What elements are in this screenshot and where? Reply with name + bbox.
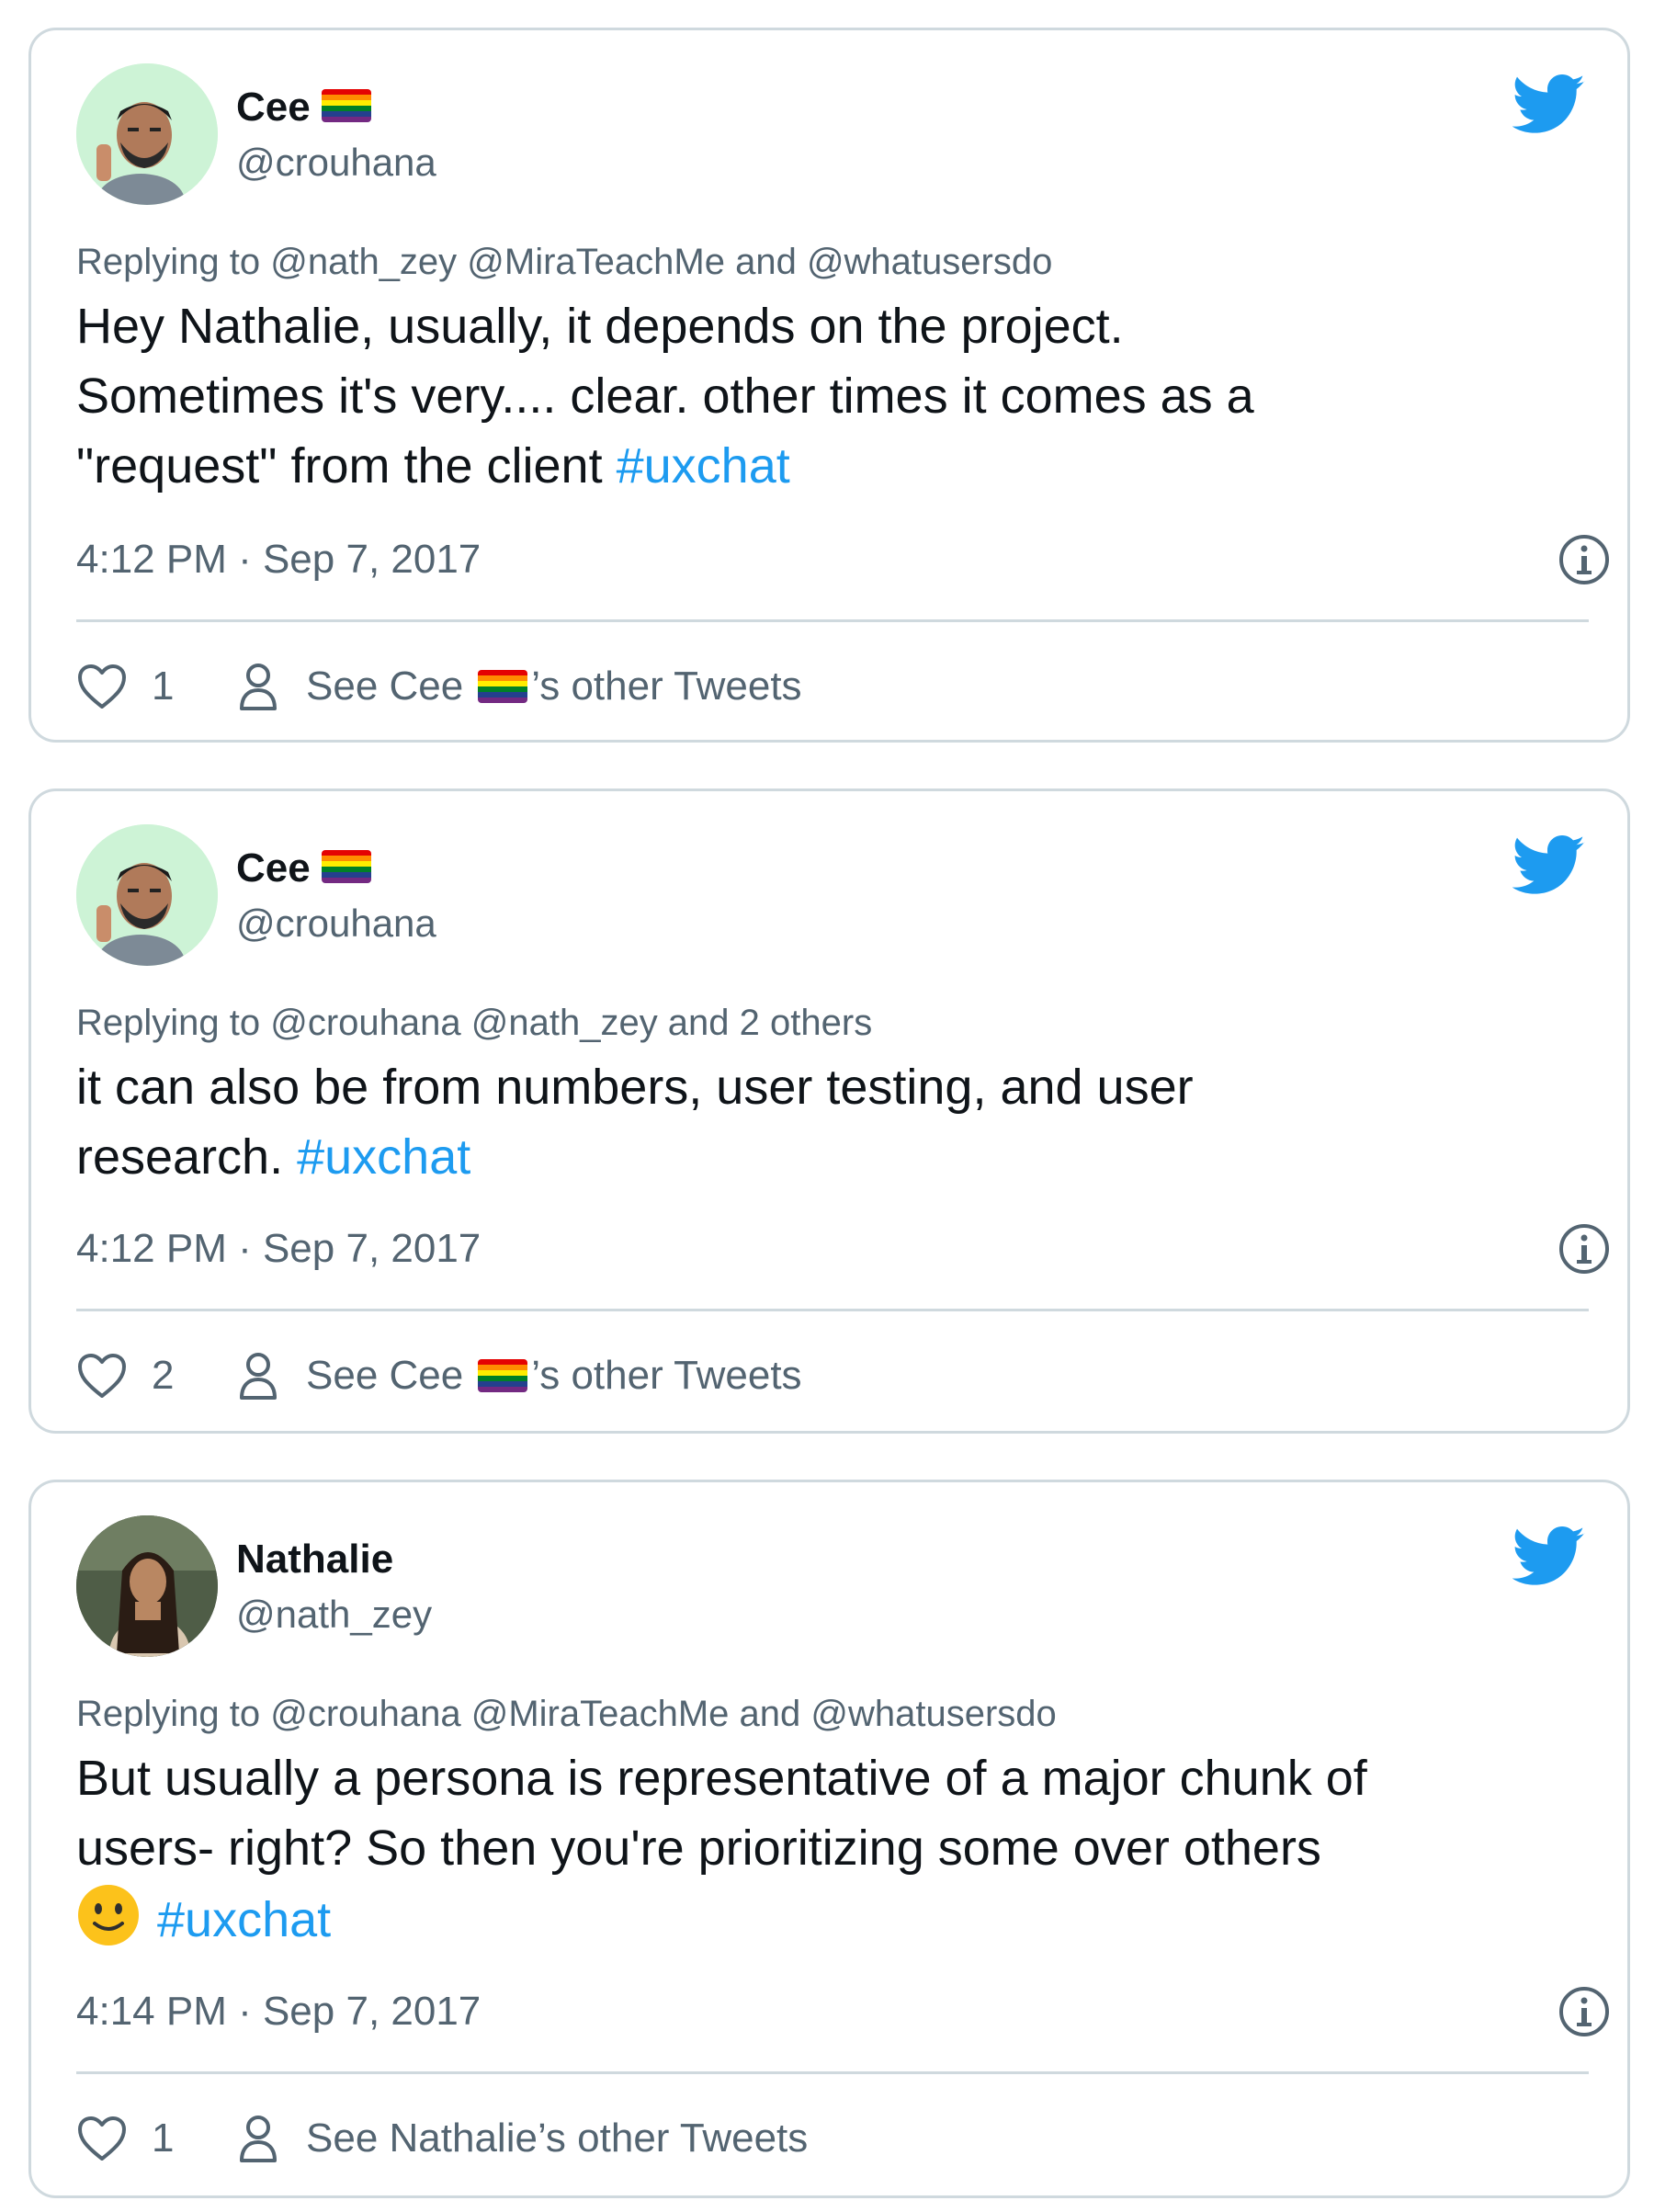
rainbow-flag-icon	[321, 89, 371, 123]
tweet-actions: 1 See Nathalie’s other Tweets	[76, 2111, 808, 2166]
heart-icon[interactable]	[76, 1352, 128, 1400]
smiling-face-emoji	[78, 1885, 139, 1945]
timestamp[interactable]: 4:12 PM · Sep 7, 2017	[76, 1223, 481, 1275]
info-icon[interactable]	[1557, 532, 1612, 587]
other-tweets-suffix[interactable]: ’s other Tweets	[531, 664, 801, 709]
other-tweets-prefix[interactable]: See Nathalie’s other Tweets	[306, 2116, 808, 2161]
rainbow-flag-icon	[478, 670, 528, 703]
like-count[interactable]: 2	[152, 1353, 236, 1399]
replying-to[interactable]: Replying to @crouhana @MiraTeachMe and @…	[76, 1690, 1057, 1738]
tweet-text: Hey Nathalie, usually, it depends on the…	[76, 291, 1583, 501]
divider	[76, 2071, 1589, 2074]
person-icon	[240, 1353, 277, 1400]
author-name[interactable]: Cee	[236, 85, 311, 130]
other-tweets-prefix[interactable]: See Cee	[306, 1353, 463, 1399]
avatar[interactable]	[76, 63, 218, 205]
twitter-bird-icon[interactable]	[1512, 1526, 1586, 1588]
other-tweets-prefix[interactable]: See Cee	[306, 664, 463, 709]
tweet-card[interactable]: Nathalie @nath_zey Replying to @crouhana…	[28, 1480, 1630, 2198]
see-other-tweets-link[interactable]: See Nathalie’s other Tweets	[306, 2116, 808, 2161]
avatar[interactable]	[76, 824, 218, 966]
author-handle[interactable]: @crouhana	[236, 898, 436, 949]
replying-to[interactable]: Replying to @nath_zey @MiraTeachMe and @…	[76, 238, 1052, 286]
like-count[interactable]: 1	[152, 2116, 236, 2161]
tweet-actions: 2 See Cee ’s other Tweets	[76, 1348, 802, 1403]
twitter-bird-icon[interactable]	[1512, 834, 1586, 897]
rainbow-flag-icon	[478, 1359, 528, 1392]
other-tweets-suffix[interactable]: ’s other Tweets	[531, 1353, 801, 1399]
tweet-text: But usually a persona is representative …	[76, 1743, 1583, 1955]
author-name[interactable]: Nathalie	[236, 1537, 393, 1582]
tweet-card[interactable]: Cee @crouhana Replying to @crouhana @nat…	[28, 788, 1630, 1434]
display-name[interactable]: Cee	[236, 843, 371, 894]
author-name[interactable]: Cee	[236, 845, 311, 890]
twitter-bird-icon[interactable]	[1512, 74, 1586, 136]
see-other-tweets-link[interactable]: See Cee ’s other Tweets	[306, 1353, 802, 1399]
display-name[interactable]: Nathalie	[236, 1534, 393, 1585]
timestamp[interactable]: 4:12 PM · Sep 7, 2017	[76, 534, 481, 585]
rainbow-flag-icon	[321, 850, 371, 884]
replying-to[interactable]: Replying to @crouhana @nath_zey and 2 ot…	[76, 999, 872, 1047]
author-handle[interactable]: @crouhana	[236, 137, 436, 188]
hashtag-link[interactable]: #uxchat	[157, 1892, 331, 1947]
display-name[interactable]: Cee	[236, 82, 371, 133]
tweet-text: it can also be from numbers, user testin…	[76, 1052, 1583, 1192]
heart-icon[interactable]	[76, 2115, 128, 2162]
timestamp[interactable]: 4:14 PM · Sep 7, 2017	[76, 1986, 481, 2037]
hashtag-link[interactable]: #uxchat	[297, 1129, 470, 1185]
see-other-tweets-link[interactable]: See Cee ’s other Tweets	[306, 664, 802, 709]
person-icon	[240, 664, 277, 710]
author-handle[interactable]: @nath_zey	[236, 1589, 432, 1640]
tweet-body: But usually a persona is representative …	[76, 1751, 1367, 1876]
like-count[interactable]: 1	[152, 664, 236, 709]
divider	[76, 1309, 1589, 1311]
avatar[interactable]	[76, 1515, 218, 1657]
hashtag-link[interactable]: #uxchat	[617, 438, 790, 493]
person-icon	[240, 2116, 277, 2162]
tweet-card[interactable]: Cee @crouhana Replying to @nath_zey @Mir…	[28, 28, 1630, 743]
info-icon[interactable]	[1557, 1221, 1612, 1276]
tweet-body: it can also be from numbers, user testin…	[76, 1060, 1194, 1185]
tweet-actions: 1 See Cee ’s other Tweets	[76, 659, 802, 714]
info-icon[interactable]	[1557, 1984, 1612, 2039]
heart-icon[interactable]	[76, 663, 128, 710]
divider	[76, 619, 1589, 622]
